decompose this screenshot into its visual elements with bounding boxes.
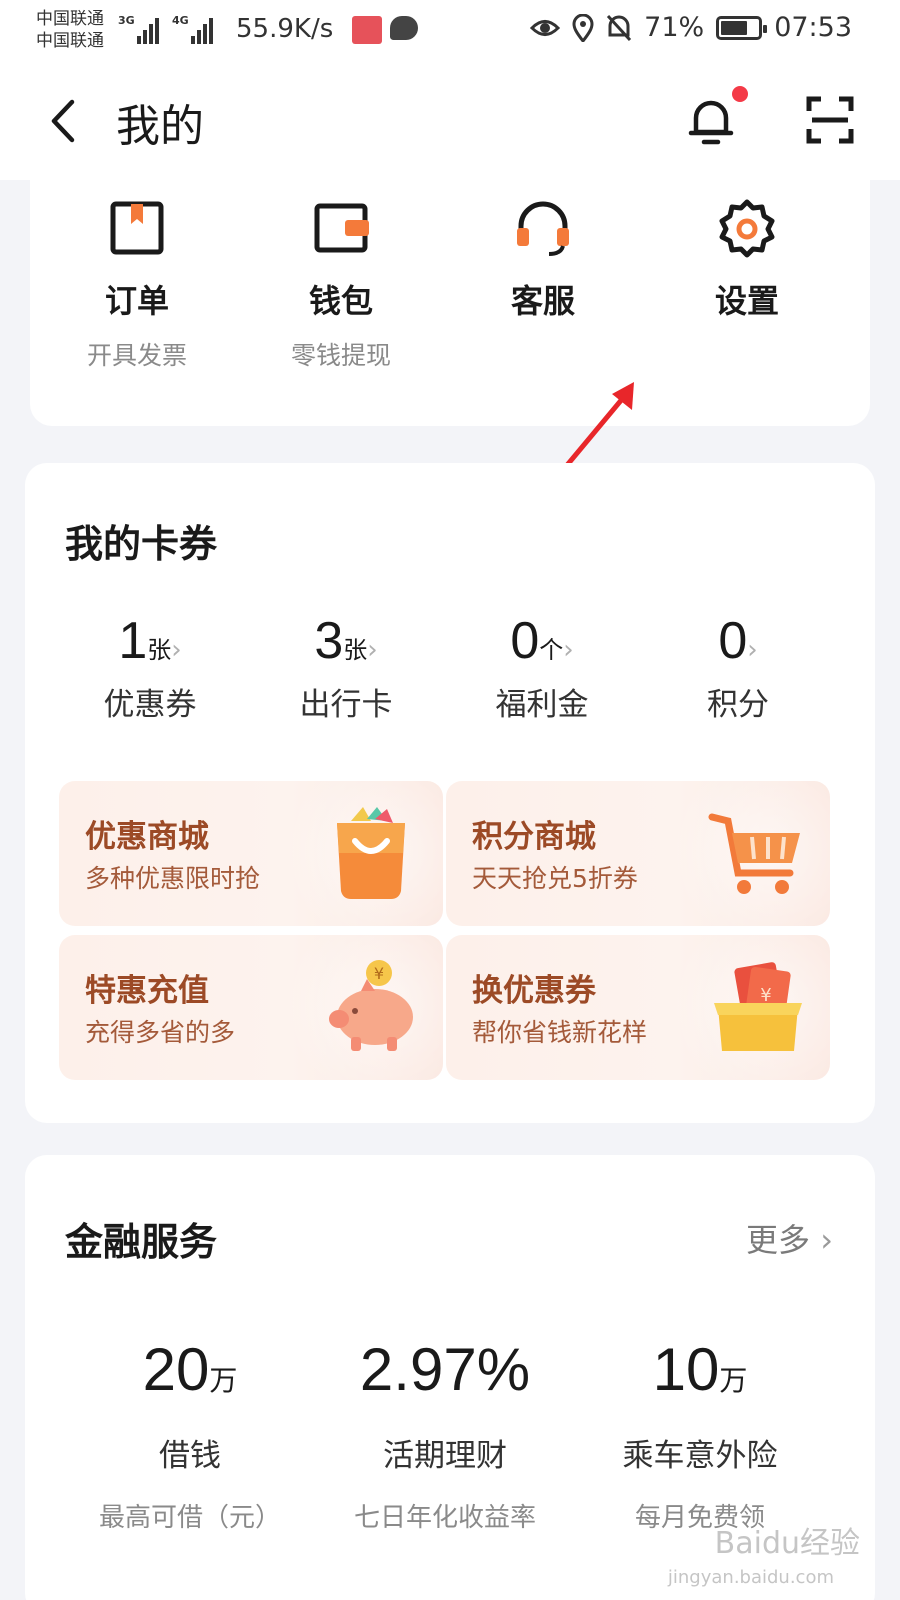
quick-actions-card: 订单 开具发票 钱包 零钱提现 客服 设置: [30, 160, 870, 426]
battery-icon: [716, 15, 768, 40]
stat-number: 0: [718, 612, 748, 670]
chevron-right-icon: ›: [563, 635, 574, 665]
section-title: 金融服务: [65, 1220, 218, 1264]
promo-subtitle: 帮你省钱新花样: [472, 1018, 648, 1047]
promo-title: 优惠商城: [85, 819, 209, 855]
finance-sub: 最高可借（元）: [98, 1503, 281, 1533]
chevron-right-icon: ›: [367, 635, 378, 665]
quick-action-label: 客服: [510, 282, 575, 320]
order-icon: [110, 201, 164, 255]
svg-text:¥: ¥: [760, 985, 771, 1006]
status-right: 71% 07:53: [530, 12, 852, 43]
finance-label: 借钱: [159, 1438, 221, 1474]
status-bar: 中国联通 中国联通 3G 4G 55.9K/s 71% 07:53: [0, 0, 900, 64]
finance-insurance[interactable]: 10万 乘车意外险 每月免费领: [570, 1335, 830, 1534]
wallet-icon: [314, 203, 369, 253]
chevron-right-icon: ›: [810, 1221, 833, 1259]
promo-exchange-coupon[interactable]: 换优惠券 帮你省钱新花样 ¥: [446, 935, 830, 1080]
signal-4g-icon: 4G: [172, 14, 215, 44]
stat-coupon[interactable]: 1张› 优惠券: [51, 611, 249, 724]
bell-off-icon: [607, 14, 632, 41]
ticket-box-icon: ¥: [714, 962, 802, 1051]
quick-action-label: 钱包: [308, 282, 373, 320]
signal-3g-icon: 3G: [118, 14, 161, 44]
eye-icon: [530, 19, 561, 36]
finance-unit: 万: [209, 1364, 238, 1397]
stat-unit: 个: [539, 636, 564, 664]
promo-discount-mall[interactable]: 优惠商城 多种优惠限时抢: [59, 781, 443, 926]
finance-value: 20: [142, 1336, 210, 1403]
promo-points-mall[interactable]: 积分商城 天天抢兑5折券: [446, 781, 830, 926]
app-notification-icon: [352, 16, 382, 44]
scan-icon[interactable]: [806, 96, 854, 144]
promo-subtitle: 多种优惠限时抢: [85, 864, 261, 893]
piggy-bank-icon: ¥: [329, 960, 413, 1051]
stat-welfare[interactable]: 0个› 福利金: [443, 611, 641, 724]
quick-action-service[interactable]: 客服: [438, 198, 648, 336]
shopping-bag-icon: [337, 807, 405, 899]
quick-action-wallet[interactable]: 钱包 零钱提现: [236, 198, 446, 372]
headset-icon: [517, 201, 569, 256]
network-speed: 55.9K/s: [236, 14, 334, 44]
battery-percent: 71%: [644, 12, 705, 43]
finance-sub: 七日年化收益率: [353, 1503, 536, 1533]
stat-number: 0: [510, 612, 540, 670]
finance-value: 10: [652, 1336, 720, 1403]
my-coupons-card: 我的卡券 1张› 优惠券 3张› 出行卡 0个› 福利金 0› 积分 优惠商城 …: [25, 463, 875, 1123]
more-link[interactable]: 更多 ›: [746, 1215, 833, 1261]
promo-title: 积分商城: [472, 819, 596, 855]
stat-label: 优惠券: [103, 687, 197, 723]
cart-icon: [708, 813, 800, 894]
chevron-right-icon: ›: [171, 635, 182, 665]
stat-unit: 张: [147, 636, 172, 664]
location-icon: [572, 13, 594, 42]
section-title: 我的卡券: [65, 522, 218, 566]
stat-number: 3: [314, 612, 344, 670]
finance-label: 乘车意外险: [622, 1438, 778, 1474]
stat-label: 福利金: [495, 687, 589, 723]
watermark-url: jingyan.baidu.com: [667, 1567, 834, 1588]
finance-savings[interactable]: 2.97% 活期理财 七日年化收益率: [315, 1335, 575, 1534]
promo-subtitle: 充得多省的多: [85, 1018, 236, 1047]
chat-notification-icon: [390, 16, 418, 40]
finance-loan[interactable]: 20万 借钱 最高可借（元）: [60, 1335, 320, 1534]
carrier-2: 中国联通: [36, 31, 104, 51]
quick-action-label: 设置: [714, 282, 779, 320]
svg-text:¥: ¥: [374, 964, 384, 983]
chevron-right-icon: ›: [747, 635, 758, 665]
promo-title: 特惠充值: [85, 973, 209, 1009]
carrier-1: 中国联通: [36, 9, 104, 29]
quick-action-sub: 零钱提现: [290, 341, 391, 370]
quick-action-label: 订单: [104, 282, 169, 320]
finance-unit: 万: [719, 1364, 748, 1397]
stat-number: 1: [118, 612, 148, 670]
promo-title: 换优惠券: [472, 973, 596, 1009]
back-arrow-icon[interactable]: [40, 96, 90, 146]
page-title: 我的: [116, 101, 204, 152]
stat-points[interactable]: 0› 积分: [639, 611, 837, 724]
notification-bell-icon[interactable]: [686, 94, 736, 148]
carrier-labels: 中国联通 中国联通: [36, 8, 104, 52]
quick-action-settings[interactable]: 设置: [642, 198, 852, 336]
finance-value: 2.97%: [359, 1336, 531, 1403]
quick-action-sub: 开具发票: [86, 341, 187, 370]
watermark-logo: Baidu经验: [714, 1526, 860, 1561]
notification-badge: [732, 86, 748, 102]
finance-label: 活期理财: [383, 1438, 507, 1474]
promo-subtitle: 天天抢兑5折券: [472, 864, 638, 893]
gear-icon: [719, 199, 775, 258]
stat-label: 积分: [707, 687, 769, 723]
more-label: 更多: [746, 1221, 811, 1259]
clock: 07:53: [774, 12, 852, 43]
promo-recharge[interactable]: 特惠充值 充得多省的多 ¥: [59, 935, 443, 1080]
quick-action-order[interactable]: 订单 开具发票: [32, 198, 242, 372]
stat-travel-card[interactable]: 3张› 出行卡: [247, 611, 445, 724]
stat-unit: 张: [343, 636, 368, 664]
stat-label: 出行卡: [299, 687, 393, 723]
